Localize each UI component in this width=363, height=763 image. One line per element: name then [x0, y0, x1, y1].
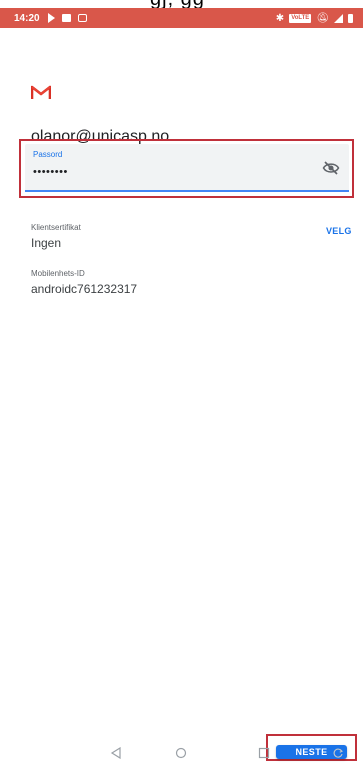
recents-icon[interactable]: [258, 747, 270, 759]
password-field[interactable]: Passord ••••••••: [25, 144, 349, 192]
back-icon[interactable]: [110, 747, 122, 759]
status-time: 14:20: [14, 12, 40, 24]
password-label: Passord: [33, 150, 63, 159]
choose-certificate-button[interactable]: VELG: [326, 226, 352, 236]
visibility-off-icon[interactable]: [322, 160, 340, 176]
status-bar: 14:20 ✱ VoLTE 🔕︎: [0, 8, 363, 28]
play-icon: [47, 13, 55, 23]
top-caption-fragment: gj, gg: [0, 0, 363, 8]
chat-icon: [77, 14, 87, 22]
home-icon[interactable]: [175, 747, 187, 759]
battery-icon: [348, 13, 353, 23]
volte-badge: VoLTE: [289, 13, 312, 23]
top-caption-text: gj, gg: [150, 0, 205, 8]
signal-icon: [334, 13, 343, 23]
status-right-icons: ✱ VoLTE 🔕︎: [276, 13, 353, 24]
mute-icon: 🔕︎: [316, 12, 329, 24]
mobile-id-value: androidc761232317: [31, 282, 138, 296]
client-certificate-value: Ingen: [31, 236, 62, 250]
message-icon: [61, 14, 71, 22]
client-certificate-label: Klientsertifikat: [31, 223, 81, 232]
rotate-icon[interactable]: [332, 747, 344, 759]
mobile-id-label: Mobilenhets-ID: [31, 269, 85, 278]
bluetooth-icon: ✱: [275, 12, 285, 24]
navigation-bar: [0, 744, 363, 763]
password-value[interactable]: ••••••••: [33, 166, 68, 178]
gmail-icon: [31, 85, 51, 99]
